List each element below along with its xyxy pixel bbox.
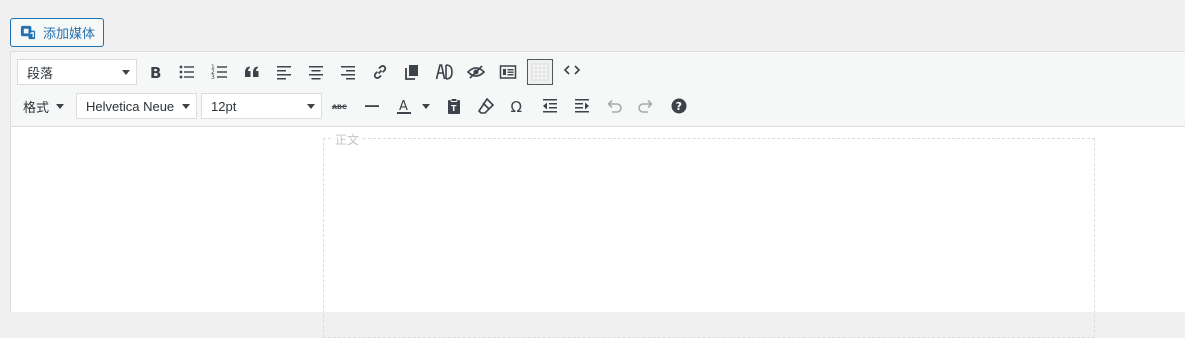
help-button[interactable]: ? <box>666 93 692 119</box>
copy-button[interactable] <box>399 59 425 85</box>
code-button[interactable] <box>559 57 585 83</box>
ad-button[interactable] <box>431 59 457 85</box>
editor-toolbar: 段落 B 123 格式 Helvetica Neue 12pt A T Ω ? <box>11 52 1185 127</box>
insert-link-button[interactable] <box>367 59 393 85</box>
indent-button[interactable] <box>569 93 595 119</box>
toolbar-row-1: 段落 B 123 <box>11 57 1185 87</box>
align-center-icon <box>309 66 323 80</box>
special-character-button[interactable]: Ω <box>505 93 531 119</box>
code-icon <box>563 65 581 75</box>
special-character-icon: Ω <box>511 98 522 115</box>
svg-text:3: 3 <box>211 74 215 81</box>
numbered-list-icon: 123 <box>211 64 227 81</box>
outdent-button[interactable] <box>537 93 563 119</box>
clear-formatting-icon <box>477 97 495 114</box>
bullet-list-button[interactable] <box>174 59 200 85</box>
blockquote-icon <box>245 66 259 77</box>
font-family-select[interactable]: Helvetica Neue <box>76 93 197 119</box>
align-left-button[interactable] <box>271 59 297 85</box>
horizontal-line-icon <box>365 105 379 107</box>
undo-button[interactable] <box>601 93 627 119</box>
hide-button[interactable] <box>463 59 489 85</box>
help-icon: ? <box>671 98 687 114</box>
numbered-list-button[interactable]: 123 <box>207 59 233 85</box>
chevron-down-icon <box>422 103 430 109</box>
blockquote-button[interactable] <box>239 59 265 85</box>
table-button[interactable] <box>527 59 553 85</box>
undo-icon <box>607 99 622 113</box>
chevron-down-icon <box>122 70 130 75</box>
text-color-dropdown[interactable] <box>417 93 435 119</box>
svg-text:?: ? <box>676 100 682 113</box>
ad-icon <box>435 64 453 80</box>
text-color-icon: A <box>397 99 411 114</box>
editor-content-area[interactable]: 正文 <box>11 127 1185 338</box>
formats-menu[interactable]: 格式 <box>23 93 65 119</box>
bold-icon: B <box>150 64 161 81</box>
add-media-label: 添加媒体 <box>43 26 96 41</box>
bullet-list-icon <box>179 65 194 79</box>
align-center-button[interactable] <box>303 59 329 85</box>
copy-icon <box>405 65 418 80</box>
link-icon <box>373 65 387 79</box>
body-block[interactable]: 正文 <box>323 131 1095 338</box>
bold-button[interactable]: B <box>142 59 168 85</box>
indent-icon <box>575 99 589 113</box>
chevron-down-icon <box>307 104 315 109</box>
text-color-button[interactable]: A <box>391 93 417 119</box>
hide-icon <box>467 65 485 79</box>
horizontal-line-button[interactable] <box>359 93 385 119</box>
chevron-down-icon <box>182 104 190 109</box>
clear-formatting-button[interactable] <box>473 93 499 119</box>
strikethrough-icon: ABC <box>332 103 347 111</box>
caption-button[interactable] <box>495 59 521 85</box>
svg-text:T: T <box>451 104 457 113</box>
block-format-select[interactable]: 段落 <box>17 59 137 85</box>
paste-text-button[interactable]: T <box>441 93 467 119</box>
strikethrough-button[interactable]: ABC <box>327 93 353 119</box>
redo-button[interactable] <box>633 93 659 119</box>
align-left-icon <box>277 66 291 80</box>
svg-text:A: A <box>399 99 408 114</box>
table-icon <box>531 63 549 81</box>
font-size-value: 12pt <box>211 98 237 114</box>
svg-text:Ω: Ω <box>511 98 522 115</box>
classic-editor: 段落 B 123 格式 Helvetica Neue 12pt A T Ω ? … <box>10 51 1185 338</box>
font-family-value: Helvetica Neue <box>86 98 175 114</box>
redo-icon <box>638 99 653 113</box>
formats-menu-label: 格式 <box>23 99 50 115</box>
block-format-value: 段落 <box>27 65 54 81</box>
outdent-icon <box>543 99 557 113</box>
caption-icon <box>499 65 517 79</box>
align-right-button[interactable] <box>335 59 361 85</box>
svg-text:B: B <box>150 64 161 81</box>
font-size-select[interactable]: 12pt <box>201 93 322 119</box>
chevron-down-icon <box>56 103 65 109</box>
paste-text-icon: T <box>448 98 460 114</box>
add-media-icon <box>20 24 37 41</box>
toolbar-row-2: 格式 Helvetica Neue 12pt ABC A <box>11 91 1185 121</box>
align-right-icon <box>341 66 355 80</box>
add-media-button[interactable]: 添加媒体 <box>10 18 104 47</box>
body-block-label: 正文 <box>333 131 362 148</box>
